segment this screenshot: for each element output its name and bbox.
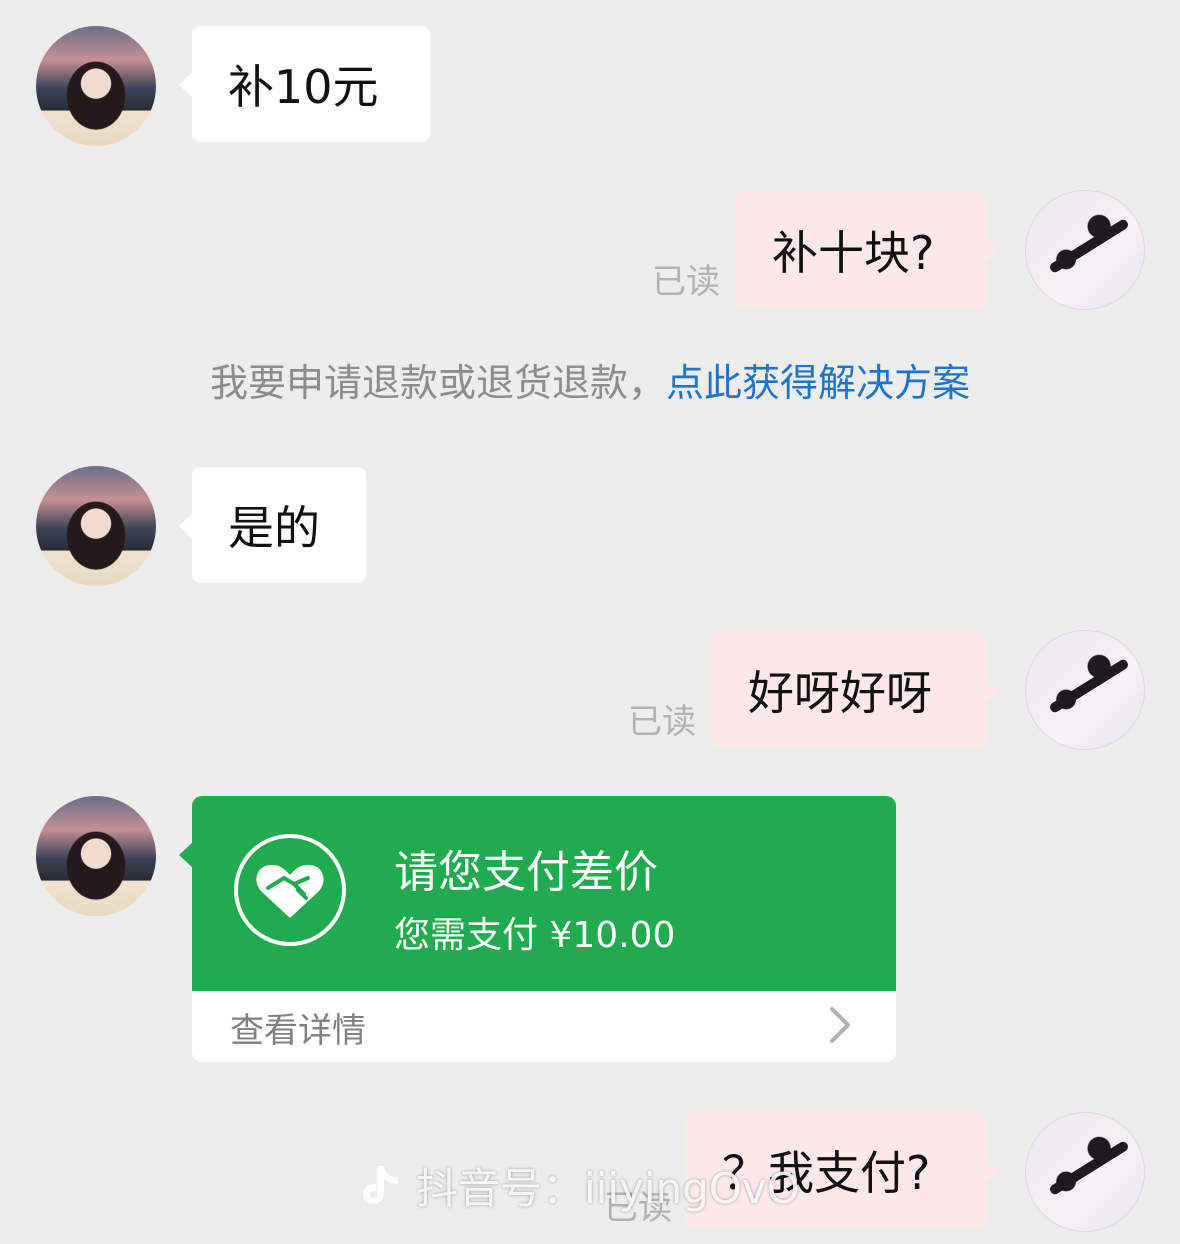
chevron-right-icon bbox=[830, 1007, 850, 1043]
contact-avatar[interactable] bbox=[36, 26, 156, 146]
payment-amount: 您需支付 ¥10.00 bbox=[394, 915, 676, 956]
contact-avatar[interactable] bbox=[36, 466, 156, 586]
chat-window: 补10元 已读 补十块? 我要申请退款或退货退款，点此获得解决方案 是的 已读 … bbox=[0, 0, 1180, 1244]
message-text: 好呀好呀 bbox=[748, 666, 932, 720]
read-status: 已读 bbox=[628, 702, 696, 742]
message-text: 是的 bbox=[228, 501, 320, 555]
handshake-heart-icon bbox=[234, 834, 346, 946]
message-text: 补10元 bbox=[228, 60, 379, 114]
watermark-text: 抖音号：iiiyingOvO bbox=[416, 1163, 800, 1213]
incoming-message-bubble[interactable]: 补10元 bbox=[179, 26, 430, 142]
outgoing-message-bubble[interactable]: 好呀好呀 bbox=[712, 632, 999, 748]
view-details-label: 查看详情 bbox=[230, 1011, 366, 1051]
douyin-logo-icon bbox=[363, 1166, 398, 1204]
payment-card-header[interactable]: 请您支付差价 您需支付 ¥10.00 bbox=[192, 796, 896, 991]
user-avatar[interactable] bbox=[1025, 1112, 1145, 1232]
incoming-message-bubble[interactable]: 是的 bbox=[179, 467, 366, 583]
outgoing-message-bubble[interactable]: 补十块? bbox=[736, 192, 999, 308]
payment-request-card[interactable]: 请您支付差价 您需支付 ¥10.00 查看详情 bbox=[179, 796, 896, 1062]
contact-avatar[interactable] bbox=[36, 796, 156, 916]
read-status: 已读 bbox=[652, 262, 720, 302]
douyin-watermark: 抖音号：iiiyingOvO bbox=[360, 1155, 800, 1215]
view-details-row[interactable]: 查看详情 bbox=[192, 991, 896, 1062]
message-text: 补十块? bbox=[772, 226, 935, 280]
solution-link[interactable]: 点此获得解决方案 bbox=[666, 361, 970, 405]
system-message-text: 我要申请退款或退货退款， bbox=[209, 361, 666, 405]
user-avatar[interactable] bbox=[1025, 190, 1145, 310]
user-avatar[interactable] bbox=[1025, 630, 1145, 750]
system-message: 我要申请退款或退货退款，点此获得解决方案 bbox=[0, 352, 1180, 408]
payment-card-title: 请您支付差价 bbox=[394, 847, 658, 898]
